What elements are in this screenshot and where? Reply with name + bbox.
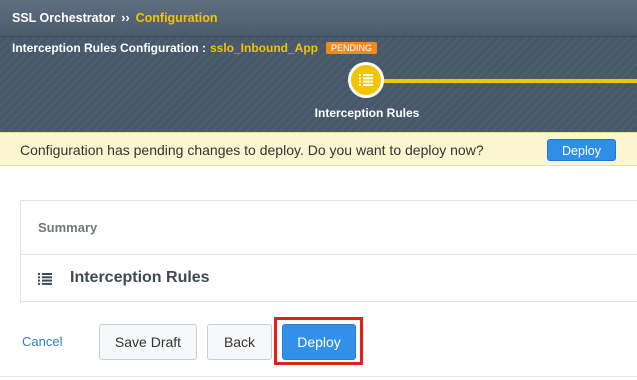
back-button[interactable]: Back xyxy=(207,324,272,360)
step-label: Interception Rules xyxy=(314,106,420,120)
summary-header: Summary xyxy=(21,201,637,255)
list-icon xyxy=(38,273,52,285)
notice-deploy-button[interactable]: Deploy xyxy=(547,139,616,161)
summary-row[interactable]: Interception Rules xyxy=(21,255,637,301)
pending-notice: Configuration has pending changes to dep… xyxy=(0,132,637,166)
breadcrumb-root[interactable]: SSL Orchestrator xyxy=(12,11,115,25)
config-label: Interception Rules Configuration : xyxy=(12,41,206,55)
config-header: Interception Rules Configuration : sslo_I… xyxy=(0,36,637,133)
app-name: sslo_Inbound_App xyxy=(210,41,318,55)
config-title: Interception Rules Configuration : sslo_I… xyxy=(12,41,378,55)
step-interception-rules[interactable] xyxy=(348,62,384,98)
page: SSL Orchestrator ›› Configuration Intercep… xyxy=(0,0,637,380)
summary-card: Summary Interception Rules xyxy=(20,200,637,302)
pending-notice-text: Configuration has pending changes to dep… xyxy=(20,142,484,158)
step-progress-line xyxy=(372,79,637,83)
save-draft-button[interactable]: Save Draft xyxy=(99,324,197,360)
deploy-button[interactable]: Deploy xyxy=(282,324,356,360)
summary-row-label: Interception Rules xyxy=(70,269,210,286)
footer-divider xyxy=(0,376,637,377)
list-icon xyxy=(359,74,373,86)
breadcrumb: SSL Orchestrator ›› Configuration xyxy=(0,0,637,36)
cancel-link[interactable]: Cancel xyxy=(22,334,62,349)
breadcrumb-current: Configuration xyxy=(135,11,218,25)
main-content: Summary Interception Rules Cancel Save D… xyxy=(0,166,637,380)
status-badge: PENDING xyxy=(326,42,378,54)
breadcrumb-separator: ›› xyxy=(121,11,130,25)
summary-title: Summary xyxy=(38,220,98,235)
